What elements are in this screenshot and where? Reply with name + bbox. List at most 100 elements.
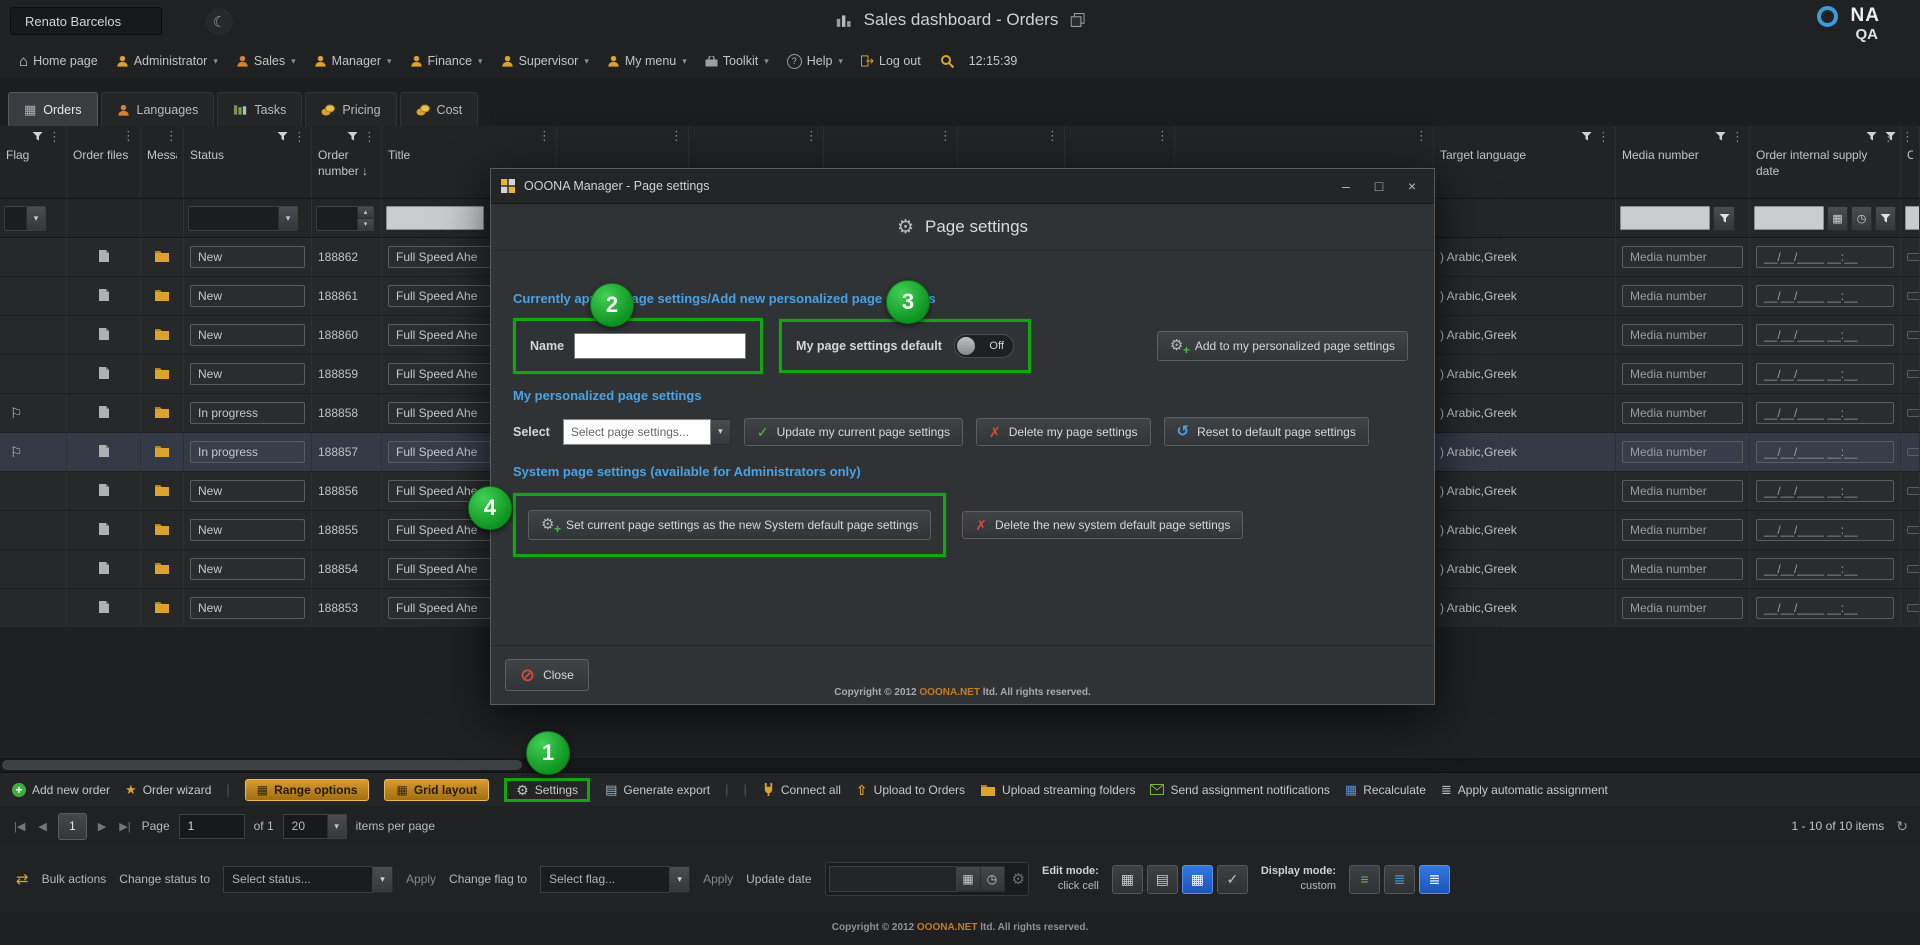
column-menu-icon[interactable]: ⋮ [1046, 131, 1059, 141]
filter-button[interactable] [1713, 206, 1735, 231]
toolbar-item-settings[interactable]: 1 ⚙Settings [504, 778, 590, 802]
apply-flag-button[interactable]: Apply [703, 872, 733, 886]
column-header-order-internal-supply-date[interactable]: ⋮ Order internal supply date [1750, 126, 1901, 198]
chevron-down-icon[interactable]: ▾ [327, 815, 346, 838]
column-header-flag[interactable]: ⋮ Flag [0, 126, 67, 198]
page-settings-default-toggle[interactable]: Off [954, 334, 1014, 358]
toolbar-item-add-new-order[interactable]: +Add new order [12, 783, 110, 797]
toolbar-item-grid-layout[interactable]: ▦Grid layout [384, 779, 489, 801]
menu-item-administrator[interactable]: Administrator▾ [107, 50, 227, 72]
search-button[interactable] [930, 50, 965, 73]
messages-icon[interactable] [154, 288, 170, 304]
or-filter-input[interactable] [1905, 206, 1920, 230]
order-files-icon[interactable] [98, 249, 110, 266]
menu-item-manager[interactable]: Manager▾ [305, 50, 401, 72]
add-to-personal-button[interactable]: ⚙+ Add to my personalized page settings [1157, 331, 1408, 361]
column-menu-icon[interactable]: ⋮ [122, 131, 135, 141]
search-icon[interactable] [940, 54, 955, 69]
scrollbar-thumb[interactable] [2, 760, 522, 770]
column-menu-icon[interactable]: ⋮ [165, 131, 178, 141]
reset-default-button[interactable]: ↺ Reset to default page settings [1164, 417, 1369, 446]
menu-item-home-page[interactable]: ⌂Home page [10, 50, 107, 73]
apply-status-button[interactable]: Apply [406, 872, 436, 886]
messages-icon[interactable] [154, 561, 170, 577]
user-menu[interactable]: Renato Barcelos [10, 7, 162, 35]
maximize-button[interactable]: □ [1367, 178, 1391, 194]
messages-icon[interactable] [154, 366, 170, 382]
column-header-media-number[interactable]: ⋮ Media number [1616, 126, 1750, 198]
chevron-down-icon[interactable]: ▾ [278, 207, 297, 230]
order-files-icon[interactable] [98, 405, 110, 422]
toolbar-item-connect-all[interactable]: Connect all [762, 783, 841, 797]
order-files-icon[interactable] [98, 444, 110, 461]
toolbar-item-generate-export[interactable]: ▤Generate export [605, 783, 710, 797]
messages-icon[interactable] [154, 522, 170, 538]
order-number-filter[interactable]: ▴▾ [316, 206, 374, 231]
column-menu-icon[interactable]: ⋮ [1415, 131, 1428, 141]
column-menu-icon[interactable]: ⋮ [805, 131, 818, 141]
column-menu-icon[interactable]: ⋮ [293, 132, 306, 142]
toolbar-item-upload-to-orders[interactable]: ⇧Upload to Orders [856, 783, 965, 797]
page-size-select[interactable]: 20 ▾ [283, 814, 347, 839]
messages-icon[interactable] [154, 600, 170, 616]
minimize-button[interactable]: – [1334, 178, 1358, 194]
chevron-down-icon[interactable]: ▾ [26, 207, 45, 230]
delete-system-default-button[interactable]: ✗ Delete the new system default page set… [962, 511, 1243, 539]
column-menu-icon[interactable]: ⋮ [1597, 132, 1610, 142]
toolbar-item-recalculate[interactable]: ▦Recalculate [1345, 783, 1426, 797]
order-files-icon[interactable] [98, 483, 110, 500]
next-page-button[interactable]: ▶ [96, 820, 108, 833]
calendar-icon[interactable]: ▦ [1827, 206, 1848, 231]
column-header-status[interactable]: ⋮ Status [184, 126, 312, 198]
order-internal-supply-date-filter-input[interactable] [1754, 206, 1824, 230]
toolbar-item-apply-automatic-assignment[interactable]: ≣Apply automatic assignment [1441, 783, 1608, 797]
chevron-down-icon[interactable]: ▾ [711, 419, 731, 445]
menu-item-log-out[interactable]: Log out [852, 50, 930, 72]
edit-mode-grid-button[interactable]: ▦ [1112, 865, 1143, 894]
prev-page-button[interactable]: ◀ [36, 820, 48, 833]
flag-select[interactable]: Select flag... ▾ [540, 866, 690, 893]
menu-item-sales[interactable]: Sales▾ [227, 50, 305, 72]
order-files-icon[interactable] [98, 366, 110, 383]
calendar-icon[interactable]: ▦ [957, 866, 981, 892]
horizontal-scrollbar[interactable] [0, 758, 1920, 772]
column-header-order-number[interactable]: ⋮ Order number ↓ [312, 126, 382, 198]
messages-icon[interactable] [154, 327, 170, 343]
edit-mode-cell-button[interactable]: ▦ [1182, 865, 1213, 894]
tab-cost[interactable]: Cost [400, 92, 479, 126]
page-settings-select[interactable]: Select page settings... ▾ [563, 419, 731, 445]
column-header-target-language[interactable]: ⋮ Target language [1434, 126, 1616, 198]
menu-item-my-menu[interactable]: My menu▾ [598, 50, 696, 72]
copy-icon[interactable] [1070, 13, 1084, 27]
column-header-order-files[interactable]: ⋮ Order files [67, 126, 141, 198]
page-number-input[interactable]: 1 [179, 814, 245, 839]
menu-item-toolkit[interactable]: Toolkit▾ [696, 50, 778, 72]
order-files-icon[interactable] [98, 522, 110, 539]
gear-icon[interactable]: ⚙ [1012, 870, 1025, 888]
column-menu-icon[interactable]: ⋮ [538, 131, 551, 141]
chevron-down-icon[interactable]: ▾ [373, 866, 393, 893]
tab-languages[interactable]: Languages [101, 92, 215, 126]
update-current-button[interactable]: ✓ Update my current page settings [744, 418, 963, 446]
page-1-button[interactable]: 1 [58, 813, 87, 840]
media-number-filter-input[interactable] [1620, 206, 1710, 230]
messages-icon[interactable] [154, 249, 170, 265]
update-date-input[interactable] [829, 866, 957, 892]
messages-icon[interactable] [154, 405, 170, 421]
column-menu-icon[interactable]: ⋮ [1901, 132, 1914, 142]
column-menu-icon[interactable]: ⋮ [363, 132, 376, 142]
toolbar-item-range-options[interactable]: ▦Range options [245, 779, 370, 801]
tab-orders[interactable]: ▦Orders [8, 92, 98, 126]
display-mode-list-button[interactable]: ≡ [1349, 865, 1380, 894]
column-header-messa[interactable]: ⋮ Messa [141, 126, 184, 198]
refresh-icon[interactable]: ↻ [1896, 819, 1908, 833]
menu-item-help[interactable]: ?Help▾ [778, 50, 852, 73]
messages-icon[interactable] [154, 444, 170, 460]
filter-button[interactable] [1875, 206, 1896, 231]
toolbar-item-order-wizard[interactable]: ★Order wizard [125, 783, 211, 797]
tab-tasks[interactable]: Tasks [217, 92, 302, 126]
chevron-down-icon[interactable]: ▾ [670, 866, 690, 893]
status-filter[interactable]: ▾ [188, 206, 298, 231]
menu-item-finance[interactable]: Finance▾ [401, 50, 492, 72]
theme-toggle-button[interactable]: ☾ [206, 8, 233, 35]
